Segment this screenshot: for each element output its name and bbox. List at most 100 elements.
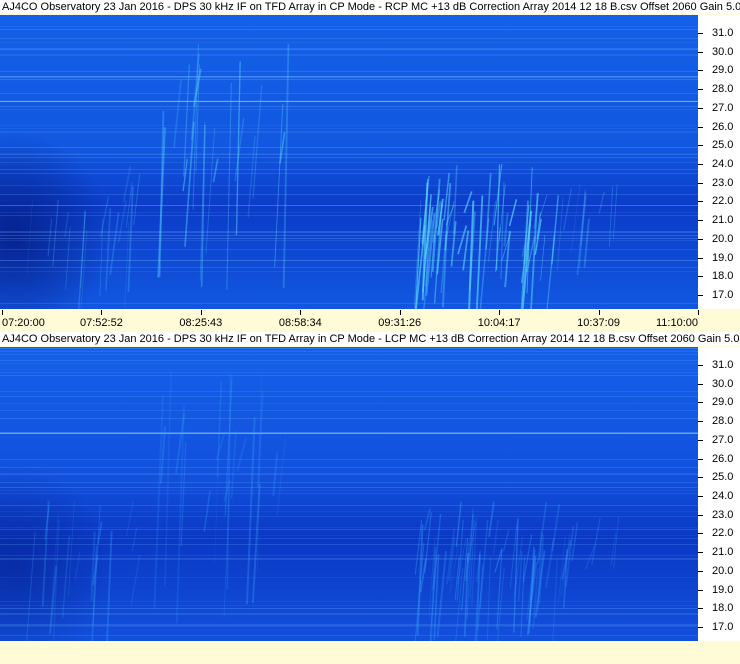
- frequency-tick: 24.0: [698, 158, 740, 170]
- interference-line: [0, 369, 698, 370]
- tick-mark: [698, 89, 703, 91]
- tick-mark: [698, 514, 703, 516]
- interference-line: [0, 100, 698, 102]
- tick-mark: [698, 570, 703, 572]
- interference-line: [0, 493, 698, 494]
- interference-line: [0, 162, 698, 163]
- interference-line: [0, 153, 698, 154]
- tick-mark: [698, 182, 703, 184]
- tick-mark: [698, 238, 703, 240]
- interference-line: [0, 260, 698, 261]
- interference-line: [0, 474, 698, 475]
- frequency-label: 22.0: [712, 527, 734, 540]
- tick-mark: [698, 439, 703, 441]
- lcp-spectrogram: [0, 347, 698, 641]
- interference-line: [0, 410, 698, 411]
- frequency-label: 25.0: [712, 471, 734, 484]
- frequency-label: 19.0: [712, 583, 734, 596]
- interference-line: [0, 577, 698, 578]
- interference-line: [0, 467, 698, 468]
- interference-line: [0, 79, 698, 80]
- interference-line: [0, 490, 698, 491]
- interference-line: [0, 71, 698, 72]
- tick-mark: [300, 310, 302, 315]
- interference-line: [0, 49, 698, 50]
- time-label: 07:52:52: [80, 317, 123, 329]
- tick-mark: [698, 383, 703, 385]
- interference-line: [0, 77, 698, 78]
- frequency-tick: 19.0: [698, 252, 740, 264]
- tick-mark: [698, 402, 703, 404]
- rcp-time-axis: 07:20:00 07:52:52 08:25:43 08:58:34 09:31:26…: [0, 310, 740, 332]
- frequency-tick: 24.0: [698, 490, 740, 502]
- tick-mark: [698, 257, 703, 259]
- interference-line: [0, 396, 698, 397]
- interference-line: [0, 624, 698, 625]
- interference-line: [0, 231, 698, 232]
- interference-line: [0, 613, 698, 614]
- frequency-tick: 30.0: [698, 378, 740, 390]
- interference-line: [0, 363, 698, 364]
- frequency-label: 23.0: [712, 508, 734, 521]
- rcp-frequency-axis: 31.0 30.0 29.0 28.0 27.0 26.0 25.0 24.0 23.0 22.0…: [698, 15, 740, 309]
- tick-mark: [2, 310, 3, 315]
- interference-line: [0, 538, 698, 539]
- interference-line: [0, 131, 698, 132]
- rcp-spectrogram: [0, 15, 698, 309]
- tick-mark: [698, 276, 703, 278]
- frequency-label: 21.0: [712, 546, 734, 559]
- interference-line: [0, 375, 698, 376]
- interference-line: [0, 625, 698, 626]
- interference-line: [0, 212, 698, 213]
- interference-line: [0, 76, 698, 77]
- interference-line: [0, 403, 698, 404]
- interference-line: [0, 54, 698, 55]
- frequency-label: 27.0: [712, 101, 734, 114]
- interference-line: [0, 605, 698, 606]
- interference-line: [0, 487, 698, 488]
- frequency-tick: 25.0: [698, 139, 740, 151]
- interference-line: [0, 154, 698, 155]
- frequency-label: 27.0: [712, 433, 734, 446]
- lcp-frequency-axis: 31.0 30.0 29.0 28.0 27.0 26.0 25.0 24.0 23.0 22.0…: [698, 347, 740, 641]
- interference-line: [0, 194, 698, 195]
- tick-mark: [698, 496, 703, 497]
- frequency-tick: 17.0: [698, 289, 740, 301]
- time-label: 07:20:00: [2, 317, 45, 329]
- interference-line: [0, 55, 698, 56]
- frequency-label: 25.0: [712, 139, 734, 152]
- frequency-tick: 23.0: [698, 509, 740, 521]
- frequency-tick: 21.0: [698, 214, 740, 226]
- interference-line: [0, 348, 698, 349]
- frequency-tick: 26.0: [698, 453, 740, 465]
- time-label: 10:04:17: [477, 317, 521, 329]
- interference-line: [0, 614, 698, 615]
- frequency-tick: 20.0: [698, 233, 740, 245]
- interference-line: [0, 527, 698, 528]
- interference-line: [0, 238, 698, 239]
- tick-mark: [698, 552, 703, 554]
- tick-mark: [698, 458, 703, 460]
- frequency-label: 31.0: [712, 27, 734, 39]
- frequency-label: 17.0: [712, 289, 734, 301]
- tick-mark: [698, 608, 703, 610]
- interference-line: [0, 529, 698, 530]
- interference-line: [0, 608, 698, 609]
- frequency-tick: 18.0: [698, 270, 740, 282]
- time-label: 08:58:34: [278, 317, 322, 329]
- interference-line: [0, 432, 698, 434]
- tick-mark: [499, 310, 501, 315]
- frequency-tick: 29.0: [698, 396, 740, 408]
- frequency-tick: 19.0: [698, 584, 740, 596]
- interference-line: [0, 240, 698, 241]
- interference-line: [0, 372, 698, 373]
- interference-line: [0, 38, 698, 39]
- frequency-label: 30.0: [712, 45, 734, 58]
- tick-mark: [698, 51, 703, 53]
- tick-mark: [698, 70, 703, 72]
- frequency-label: 29.0: [712, 64, 734, 77]
- interference-line: [0, 93, 698, 94]
- frequency-tick: 25.0: [698, 471, 740, 483]
- tick-mark: [698, 295, 703, 296]
- rcp-title: AJ4CO Observatory 23 Jan 2016 - DPS 30 k…: [0, 0, 740, 14]
